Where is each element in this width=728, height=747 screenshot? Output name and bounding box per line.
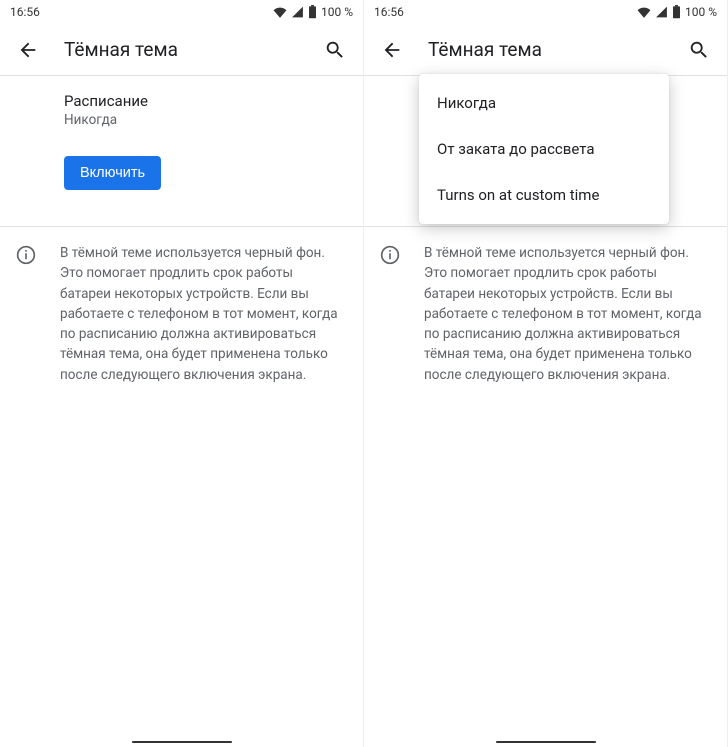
status-time: 16:56 [374, 5, 404, 19]
status-time: 16:56 [10, 5, 40, 19]
phone-left: 16:56 100 % Тёмная тема Расписание Никог… [0, 0, 364, 747]
status-icons: 100 % [637, 5, 717, 19]
schedule-dropdown: Никогда От заката до рассвета Turns on a… [419, 74, 669, 224]
search-icon [688, 39, 710, 61]
wifi-icon [637, 6, 651, 18]
dropdown-item-never[interactable]: Никогда [419, 80, 669, 126]
info-icon [16, 245, 36, 265]
dropdown-item-custom[interactable]: Turns on at custom time [419, 172, 669, 218]
wifi-icon [273, 6, 287, 18]
enable-button[interactable]: Включить [64, 156, 161, 190]
dropdown-item-sunset[interactable]: От заката до рассвета [419, 126, 669, 172]
schedule-label: Расписание [64, 92, 347, 110]
page-title: Тёмная тема [428, 38, 681, 61]
page-title: Тёмная тема [64, 38, 317, 61]
home-indicator[interactable] [496, 741, 596, 744]
info-row: В тёмной теме используется черный фон. Э… [364, 227, 727, 401]
info-text: В тёмной теме используется черный фон. Э… [60, 243, 347, 385]
content-area: Расписание Никогда Включить [0, 76, 363, 206]
appbar: Тёмная тема [0, 24, 363, 76]
battery-icon [308, 5, 317, 19]
back-button[interactable] [10, 32, 46, 68]
arrow-back-icon [17, 39, 39, 61]
info-row: В тёмной теме используется черный фон. Э… [0, 227, 363, 401]
home-indicator[interactable] [132, 741, 232, 744]
status-bar: 16:56 100 % [0, 0, 363, 24]
signal-icon [655, 6, 668, 18]
signal-icon [291, 6, 304, 18]
info-text: В тёмной теме используется черный фон. Э… [424, 243, 711, 385]
search-icon [324, 39, 346, 61]
back-button[interactable] [374, 32, 410, 68]
appbar: Тёмная тема [364, 24, 727, 76]
info-icon [380, 245, 400, 265]
battery-percent: 100 % [321, 5, 353, 19]
battery-icon [672, 5, 681, 19]
search-button[interactable] [681, 32, 717, 68]
search-button[interactable] [317, 32, 353, 68]
battery-percent: 100 % [685, 5, 717, 19]
schedule-row[interactable]: Расписание Никогда [64, 92, 347, 128]
status-icons: 100 % [273, 5, 353, 19]
phone-right: 16:56 100 % Тёмная тема Расписание Никог… [364, 0, 728, 747]
status-bar: 16:56 100 % [364, 0, 727, 24]
arrow-back-icon [381, 39, 403, 61]
schedule-value: Никогда [64, 112, 347, 128]
